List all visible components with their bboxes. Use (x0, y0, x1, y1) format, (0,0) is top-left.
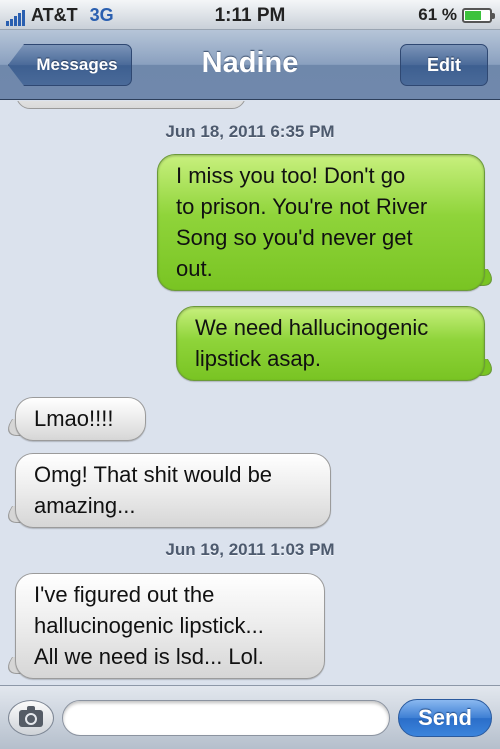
send-button[interactable]: Send (398, 699, 492, 737)
message-line: I miss you too! Don't go (176, 163, 406, 188)
received-message-bubble[interactable]: Omg! That shit would be amazing... (15, 453, 331, 528)
message-line: lipstick asap. (195, 346, 321, 371)
camera-button[interactable] (8, 700, 54, 736)
message-line: out. (176, 256, 213, 281)
message-line: amazing... (34, 493, 136, 518)
battery-group: 61 % (418, 5, 495, 25)
message-composer-bar: Send (0, 685, 500, 749)
received-message-bubble[interactable]: I've figured out the hallucinogenic lips… (15, 573, 325, 679)
previous-message-bubble (16, 101, 246, 109)
conversation-view[interactable]: Jun 18, 2011 6:35 PM I miss you too! Don… (0, 101, 500, 685)
message-line: All we need is lsd... Lol. (34, 644, 264, 669)
received-message-bubble[interactable]: Lmao!!!! (15, 397, 146, 441)
conversation-timestamp: Jun 19, 2011 1:03 PM (165, 540, 335, 559)
message-line: hallucinogenic lipstick... (34, 613, 264, 638)
message-line: We need hallucinogenic (195, 315, 429, 340)
message-line: to prison. You're not River (176, 194, 428, 219)
sent-message-bubble[interactable]: I miss you too! Don't go to prison. You'… (157, 154, 485, 291)
message-line: Lmao!!!! (34, 406, 114, 431)
status-bar: AT&T 3G 1:11 PM 61 % (0, 0, 500, 30)
message-line: Omg! That shit would be (34, 462, 273, 487)
camera-icon (19, 705, 43, 727)
battery-percentage: 61 % (418, 5, 457, 24)
battery-icon (462, 7, 495, 23)
edit-button[interactable]: Edit (400, 44, 488, 86)
message-input[interactable] (62, 700, 390, 736)
sent-message-bubble[interactable]: We need hallucinogenic lipstick asap. (176, 306, 485, 381)
navigation-bar: Messages Nadine Edit (0, 30, 500, 100)
message-line: Song so you'd never get (176, 225, 413, 250)
battery-level-fill (465, 10, 481, 20)
conversation-timestamp: Jun 18, 2011 6:35 PM (165, 122, 335, 141)
message-line: I've figured out the (34, 582, 215, 607)
